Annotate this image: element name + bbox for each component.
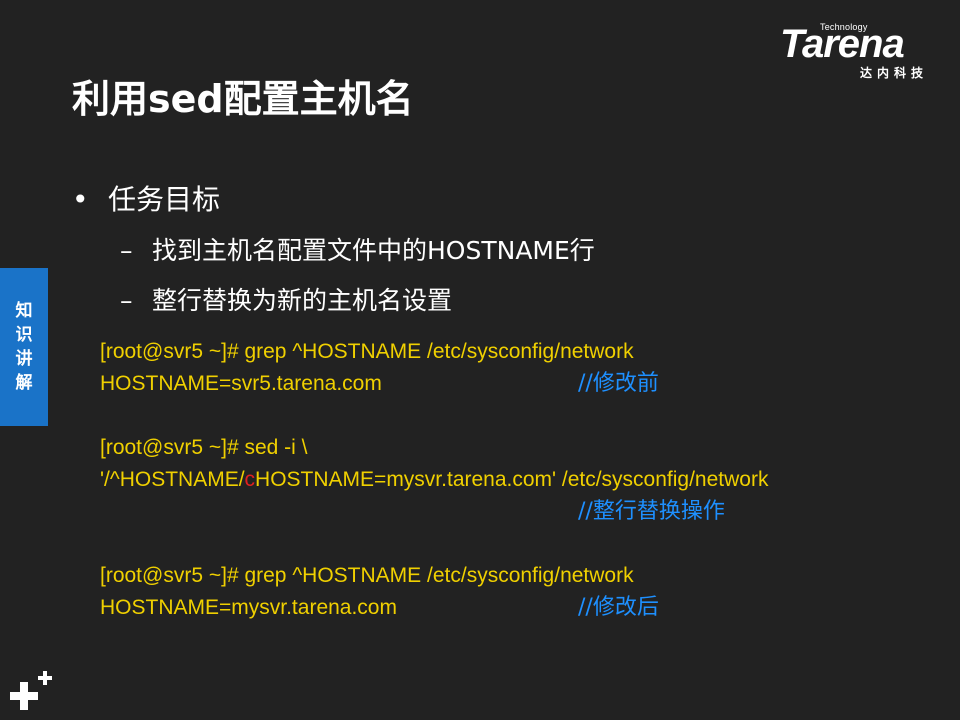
bullet-task-goal: • 任务目标 — [72, 180, 220, 220]
sub-bullet-2: – 整行替换为新的主机名设置 — [120, 283, 452, 319]
side-tab-char: 解 — [15, 373, 33, 393]
slide-title: 利用sed配置主机名 — [72, 77, 414, 121]
code-line-hostname-after: HOSTNAME=mysvr.tarena.com — [100, 596, 397, 619]
sub-bullet-marker: – — [120, 286, 133, 315]
sub-bullet-1: – 找到主机名配置文件中的HOSTNAME行 — [120, 233, 595, 269]
plus-icon — [10, 671, 52, 710]
logo-wordmark: Tarena — [780, 22, 905, 66]
slide: Technology Tarena 达内科技 利用sed配置主机名 • 任务目标 … — [0, 0, 960, 720]
sed-change-command: c — [244, 468, 256, 491]
comment-replace: //整行替换操作 — [578, 499, 725, 524]
code-line-sed-expression: '/^HOSTNAME/cHOSTNAME=mysvr.tarena.com' … — [100, 464, 768, 496]
code-line-sed: [root@svr5 ~]# sed -i \ — [100, 436, 308, 459]
bullet-text: 任务目标 — [108, 183, 221, 216]
side-tab-knowledge: 知 识 讲 解 — [0, 268, 48, 426]
sed-expr-suffix: HOSTNAME=mysvr.tarena.com' /etc/sysconfi… — [255, 468, 769, 491]
code-line-grep-before: [root@svr5 ~]# grep ^HOSTNAME /etc/sysco… — [100, 340, 634, 363]
side-tab-char: 识 — [15, 325, 33, 345]
sub-bullet-marker: – — [120, 236, 133, 265]
side-tab-char: 讲 — [15, 349, 33, 369]
comment-after: //修改后 — [578, 595, 659, 620]
side-tab-char: 知 — [15, 301, 33, 321]
code-line-hostname-before: HOSTNAME=svr5.tarena.com — [100, 372, 382, 395]
tarena-logo: Technology Tarena 达内科技 — [780, 22, 948, 82]
sed-expr-prefix: '/^HOSTNAME/ — [100, 468, 245, 491]
comment-before: //修改前 — [578, 371, 659, 396]
logo-chinese-text: 达内科技 — [860, 66, 929, 80]
bullet-marker: • — [72, 183, 89, 216]
sub-bullet-text: 找到主机名配置文件中的HOSTNAME行 — [152, 236, 595, 265]
sub-bullet-text: 整行替换为新的主机名设置 — [152, 286, 453, 315]
code-line-grep-after: [root@svr5 ~]# grep ^HOSTNAME /etc/sysco… — [100, 564, 634, 587]
